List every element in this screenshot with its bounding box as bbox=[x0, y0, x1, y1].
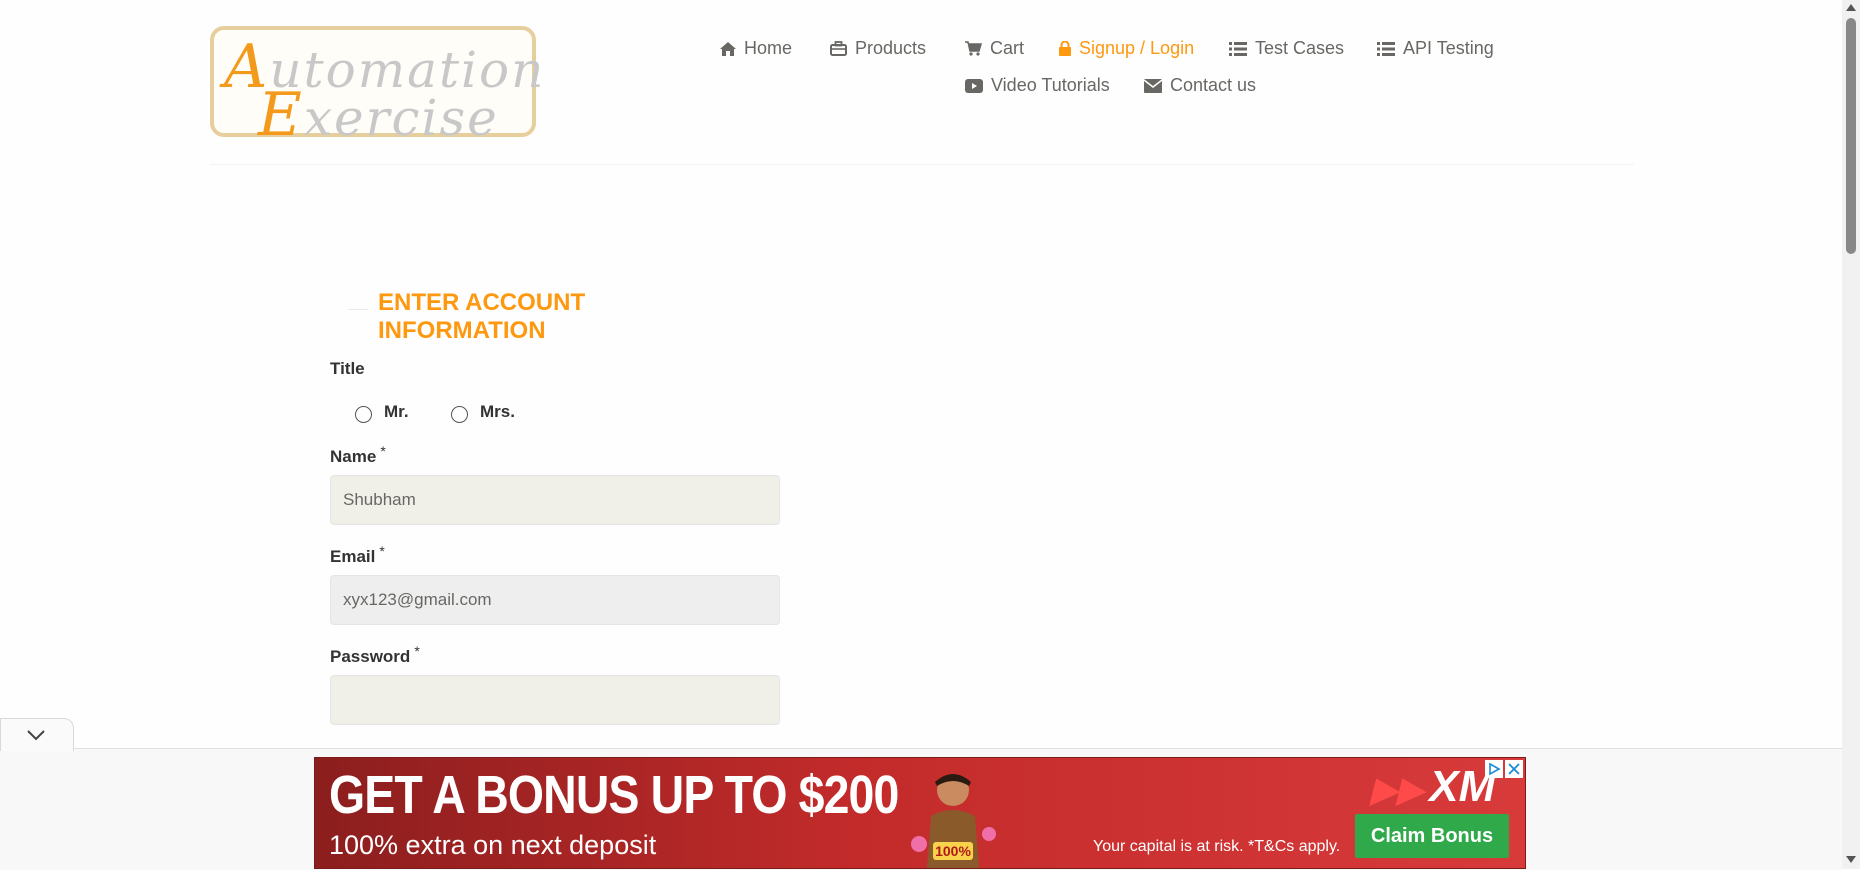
nav-video-tutorials-label: Video Tutorials bbox=[991, 75, 1110, 95]
required-marker: * bbox=[414, 643, 420, 659]
chevron-down-icon bbox=[27, 730, 45, 741]
page-scrollbar[interactable] bbox=[1842, 0, 1860, 869]
email-input[interactable] bbox=[330, 575, 780, 625]
nav-api-testing[interactable]: API Testing bbox=[1377, 38, 1494, 59]
ad-info-icon[interactable] bbox=[1485, 760, 1503, 778]
ad-subline: 100% extra on next deposit bbox=[329, 830, 657, 860]
ad-headline: GET A BONUS UP TO $200 bbox=[329, 765, 899, 825]
youtube-icon bbox=[965, 78, 983, 93]
ad-brand-logo: ▶▶ XM bbox=[1371, 762, 1496, 811]
site-logo[interactable]: Automation Exercise bbox=[210, 26, 543, 150]
nav-test-cases[interactable]: Test Cases bbox=[1229, 38, 1344, 59]
password-input[interactable] bbox=[330, 675, 780, 725]
list-icon bbox=[1377, 41, 1395, 56]
name-input[interactable] bbox=[330, 475, 780, 525]
lock-icon bbox=[1059, 41, 1071, 56]
title-mr-label[interactable]: Mr. bbox=[384, 402, 409, 422]
password-label: Password * bbox=[330, 643, 420, 666]
ad-risk-text: Your capital is at risk. *T&Cs apply. bbox=[1093, 838, 1341, 855]
form-heading: ENTER ACCOUNT INFORMATION bbox=[368, 289, 762, 345]
ad-collapse-button[interactable] bbox=[0, 718, 74, 751]
nav-video-tutorials[interactable]: Video Tutorials bbox=[965, 75, 1110, 96]
title-mr-radio[interactable] bbox=[355, 406, 372, 423]
ad-badge: 100% bbox=[935, 843, 971, 859]
nav-products[interactable]: Products bbox=[830, 38, 926, 59]
ad-person-image: 100% bbox=[911, 774, 996, 868]
header-divider bbox=[210, 164, 1634, 165]
form-heading-wrap: ENTER ACCOUNT INFORMATION bbox=[348, 285, 762, 345]
title-mrs-radio[interactable] bbox=[451, 406, 468, 423]
required-marker: * bbox=[380, 443, 386, 459]
scroll-down-icon[interactable] bbox=[1846, 856, 1856, 863]
briefcase-icon bbox=[830, 41, 847, 56]
title-mrs-label[interactable]: Mrs. bbox=[480, 402, 515, 422]
nav-products-label: Products bbox=[855, 38, 927, 58]
ad-close-icon[interactable] bbox=[1505, 760, 1523, 778]
nav-test-cases-label: Test Cases bbox=[1255, 38, 1345, 58]
claim-bonus-button[interactable]: Claim Bonus bbox=[1355, 814, 1509, 858]
name-label: Name * bbox=[330, 443, 386, 466]
list-icon bbox=[1229, 41, 1247, 56]
nav-cart-label: Cart bbox=[990, 38, 1025, 58]
nav-cart[interactable]: Cart bbox=[965, 38, 1024, 59]
scroll-up-icon[interactable] bbox=[1846, 4, 1856, 11]
title-label: Title bbox=[330, 359, 365, 378]
nav-contact-us[interactable]: Contact us bbox=[1144, 75, 1256, 96]
nav-home[interactable]: Home bbox=[720, 38, 792, 59]
nav-contact-us-label: Contact us bbox=[1170, 75, 1257, 95]
nav-home-label: Home bbox=[744, 38, 793, 58]
ad-banner[interactable]: GET A BONUS UP TO $200 100% extra on nex… bbox=[314, 757, 1526, 869]
required-marker: * bbox=[379, 543, 385, 559]
logo-line-2: Exercise bbox=[258, 80, 499, 150]
home-icon bbox=[720, 41, 736, 56]
nav-signup-login[interactable]: Signup / Login bbox=[1059, 38, 1194, 59]
envelope-icon bbox=[1144, 78, 1162, 93]
cart-icon bbox=[965, 41, 982, 56]
nav-signup-login-label: Signup / Login bbox=[1079, 38, 1195, 58]
scroll-thumb[interactable] bbox=[1846, 18, 1856, 254]
nav-api-testing-label: API Testing bbox=[1403, 38, 1494, 58]
email-label: Email * bbox=[330, 543, 385, 566]
